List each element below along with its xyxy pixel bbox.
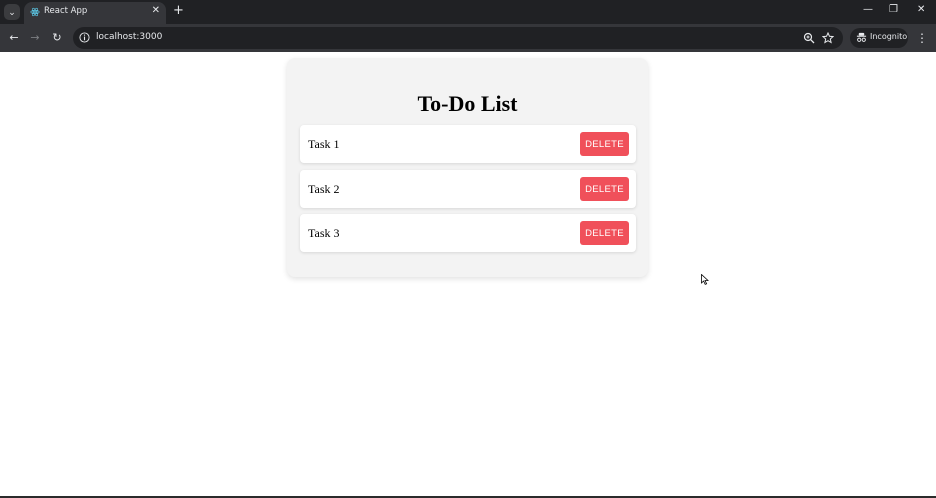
- todo-text: Task 2: [308, 182, 340, 196]
- info-icon[interactable]: [79, 32, 90, 43]
- url-text[interactable]: localhost:3000: [96, 32, 162, 42]
- incognito-indicator[interactable]: Incognito: [850, 28, 908, 48]
- todo-text: Task 1: [308, 137, 340, 151]
- page-title: To-Do List: [417, 91, 518, 116]
- mouse-cursor-icon: [701, 274, 709, 285]
- close-icon[interactable]: ✕: [152, 5, 160, 16]
- plus-icon[interactable]: +: [173, 4, 184, 18]
- tab-strip: ⌄ React App ✕ + — ❐ ✕: [0, 0, 936, 24]
- chevron-down-icon: ⌄: [8, 7, 16, 17]
- incognito-icon: [856, 32, 867, 42]
- page-viewport: To-Do List Task 1 DELETE Task 2 DELETE T…: [0, 52, 936, 497]
- tab-search-button[interactable]: ⌄: [4, 4, 20, 20]
- delete-button[interactable]: DELETE: [580, 221, 629, 245]
- kebab-icon[interactable]: ⋮: [916, 30, 928, 46]
- delete-button[interactable]: DELETE: [580, 177, 629, 201]
- todo-card: To-Do List Task 1 DELETE Task 2 DELETE T…: [287, 58, 648, 277]
- address-bar[interactable]: localhost:3000: [73, 27, 843, 49]
- todo-item: Task 2 DELETE: [300, 170, 636, 208]
- todo-text: Task 3: [308, 226, 340, 240]
- todo-item: Task 1 DELETE: [300, 125, 636, 163]
- star-icon[interactable]: [822, 32, 834, 44]
- tab-title: React App: [44, 6, 88, 16]
- zoom-icon[interactable]: [803, 32, 815, 44]
- arrow-left-icon[interactable]: ←: [6, 30, 22, 46]
- browser-tab[interactable]: React App ✕: [24, 2, 166, 24]
- incognito-label: Incognito: [870, 32, 908, 41]
- browser-toolbar: ← → ↻ localhost:3000 Incognito ⋮: [0, 24, 936, 52]
- minimize-icon[interactable]: —: [863, 4, 873, 15]
- arrow-right-icon[interactable]: →: [27, 30, 43, 46]
- reload-icon[interactable]: ↻: [49, 30, 65, 46]
- react-logo-icon: [30, 7, 40, 17]
- restore-icon[interactable]: ❐: [889, 4, 898, 15]
- window-close-icon[interactable]: ✕: [917, 4, 925, 15]
- todo-item: Task 3 DELETE: [300, 214, 636, 252]
- delete-button[interactable]: DELETE: [580, 132, 629, 156]
